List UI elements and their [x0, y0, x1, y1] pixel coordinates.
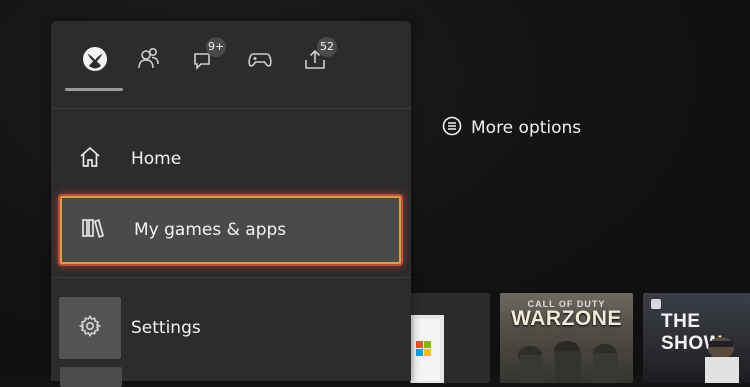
- tab-messages[interactable]: 9+: [184, 37, 227, 81]
- next-menu-item-partial[interactable]: [60, 367, 122, 387]
- the-show-tile[interactable]: THE SHOW: [643, 293, 750, 383]
- active-tab-indicator: [65, 88, 123, 91]
- settings-label: Settings: [131, 318, 201, 338]
- home-label: Home: [131, 149, 182, 169]
- menu-item-home[interactable]: Home: [59, 126, 404, 192]
- menu-item-my-games-apps[interactable]: My games & apps: [60, 196, 401, 264]
- upload-badge: 52: [317, 37, 337, 57]
- xbox-logo-icon: [81, 45, 109, 77]
- tab-home-xbox[interactable]: [75, 41, 115, 81]
- tabs-divider: [51, 108, 411, 109]
- settings-icon-box: [59, 297, 121, 359]
- library-icon: [80, 216, 106, 244]
- store-tile[interactable]: [410, 293, 490, 383]
- more-options-button[interactable]: More options: [442, 116, 581, 140]
- store-icon: [410, 315, 490, 383]
- people-icon: [136, 46, 162, 76]
- messages-badge: 9+: [206, 37, 227, 57]
- warzone-tile[interactable]: CALL OF DUTY WARZONE: [500, 293, 633, 383]
- guide-panel: 9+ 52 Home My games & apps Settings: [51, 21, 411, 387]
- tab-people[interactable]: [129, 41, 169, 81]
- menu-divider: [51, 277, 411, 278]
- game-tiles-row: CALL OF DUTY WARZONE THE SHOW: [410, 293, 750, 383]
- more-options-icon: [442, 116, 462, 140]
- controller-icon: [246, 46, 274, 76]
- home-icon: [78, 145, 102, 173]
- my-games-apps-label: My games & apps: [134, 220, 287, 240]
- guide-tabs: 9+ 52: [51, 21, 411, 93]
- home-icon-box: [59, 128, 121, 190]
- tab-controller[interactable]: [240, 41, 280, 81]
- gear-icon: [78, 314, 102, 342]
- menu-item-settings[interactable]: Settings: [59, 295, 404, 361]
- tab-upload[interactable]: 52: [295, 37, 337, 81]
- library-icon-box: [62, 199, 124, 261]
- more-options-label: More options: [471, 118, 582, 138]
